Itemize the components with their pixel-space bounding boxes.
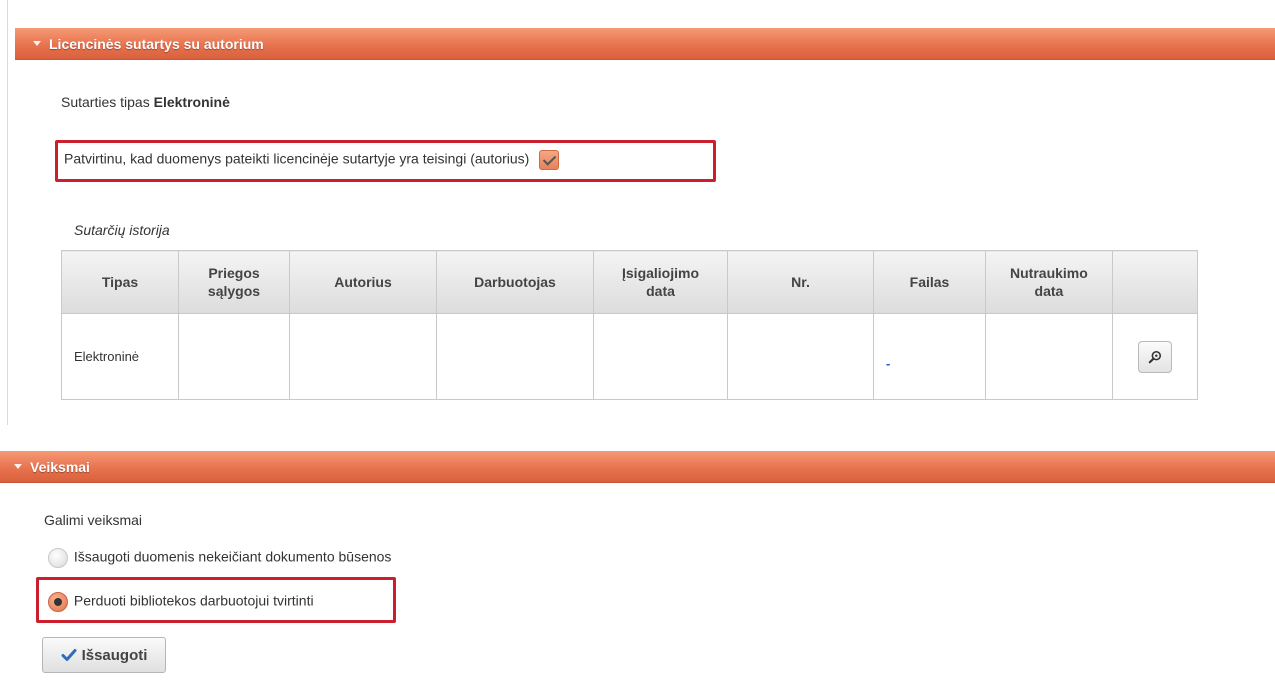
contract-type-row: Sutarties tipas Elektroninė xyxy=(61,94,230,110)
save-button-label[interactable]: Išsaugoti xyxy=(82,647,148,664)
collapse-triangle-icon[interactable] xyxy=(14,464,22,469)
confirm-row: Patvirtinu, kad duomenys pateikti licenc… xyxy=(64,150,560,170)
radio-label[interactable]: Perduoti bibliotekos darbuotojui tvirtin… xyxy=(74,593,314,609)
actions-subtitle: Galimi veiksmai xyxy=(44,512,143,528)
radio-button[interactable] xyxy=(48,592,68,612)
contract-type-label: Sutarties tipas xyxy=(61,94,150,110)
cell-tipas: Elektroninė xyxy=(61,313,179,400)
section-title: Veiksmai xyxy=(30,458,90,475)
col-header-tipas: Tipas xyxy=(61,250,179,314)
save-button[interactable]: Išsaugoti xyxy=(42,637,166,673)
col-header-nr: Nr. xyxy=(727,250,875,314)
cell-priegos xyxy=(178,313,290,400)
history-title: Sutarčių istorija xyxy=(74,222,170,238)
view-button[interactable] xyxy=(1137,340,1172,373)
radio-option-keep[interactable]: Išsaugoti duomenis nekeičiant dokumento … xyxy=(48,548,391,568)
cell-nutraukimo xyxy=(985,313,1113,400)
section-header-actions[interactable]: Veiksmai xyxy=(0,451,1275,483)
radio-option-forward[interactable]: Perduoti bibliotekos darbuotojui tvirtin… xyxy=(48,592,314,612)
col-header-actions xyxy=(1111,250,1198,314)
col-header-failas: Failas xyxy=(873,250,987,314)
section-title: Licencinės sutartys su autorium xyxy=(49,35,264,52)
col-header-priegos: Priegos sąlygos xyxy=(178,250,290,314)
cell-failas: - xyxy=(873,313,987,400)
cell-darbuotojas xyxy=(436,313,594,400)
cell-autorius xyxy=(289,313,437,400)
col-header-darbuotojas: Darbuotojas xyxy=(436,250,594,314)
contract-type-value: Elektroninė xyxy=(153,94,230,110)
file-link[interactable]: - xyxy=(886,356,890,371)
history-table: Tipas Priegos sąlygos Autorius Darbuotoj… xyxy=(61,250,1198,400)
confirm-label: Patvirtinu, kad duomenys pateikti licenc… xyxy=(64,150,530,167)
radio-label[interactable]: Išsaugoti duomenis nekeičiant dokumento … xyxy=(74,549,392,565)
col-header-nutraukimo: Nutraukimo data xyxy=(985,250,1113,314)
cell-nr xyxy=(727,313,875,400)
collapse-triangle-icon[interactable] xyxy=(33,41,41,46)
checkmark-icon xyxy=(61,649,77,661)
left-border xyxy=(7,0,8,425)
cell-isigaliojimo xyxy=(592,313,729,400)
confirm-checkbox[interactable] xyxy=(539,150,560,170)
section-header-license[interactable]: Licencinės sutartys su autorium xyxy=(15,28,1275,60)
table-header-row: Tipas Priegos sąlygos Autorius Darbuotoj… xyxy=(61,250,1198,314)
radio-button[interactable] xyxy=(48,548,68,568)
col-header-isigaliojimo: Įsigaliojimo data xyxy=(592,250,729,314)
col-header-autorius: Autorius xyxy=(289,250,437,314)
cell-actions xyxy=(1111,313,1198,400)
magnifier-icon xyxy=(1148,350,1161,363)
table-row: Elektroninė - xyxy=(61,313,1198,400)
